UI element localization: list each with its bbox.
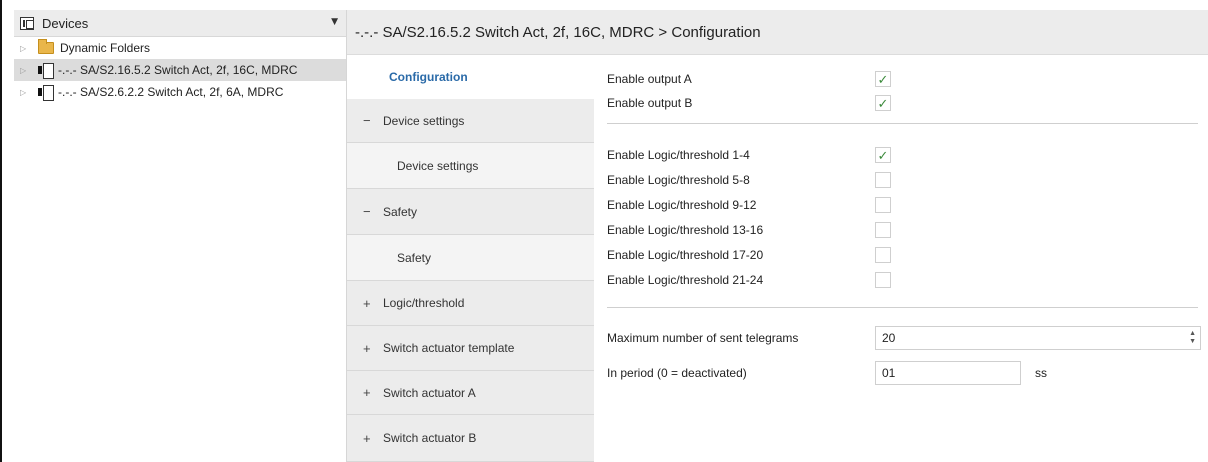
nav-item-label: Device settings	[383, 113, 465, 128]
collapse-icon: −	[363, 204, 371, 219]
dropdown-caret-icon[interactable]: ▼	[331, 17, 338, 27]
tree-item-device-2[interactable]: ▷ -.-.- SA/S2.6.2.2 Switch Act, 2f, 6A, …	[14, 81, 346, 103]
in-period-input[interactable]: 01	[875, 361, 1021, 385]
max-telegrams-input[interactable]: 20 ▲ ▼	[875, 326, 1201, 350]
expand-icon: +	[363, 430, 371, 446]
configuration-content: Enable output A ✓ Enable output B ✓ Enab…	[595, 55, 1208, 462]
device-icon	[38, 85, 54, 101]
enable-logic-13-16-checkbox[interactable]	[875, 222, 891, 238]
collapse-icon: −	[363, 113, 371, 128]
tree-header[interactable]: Devices ▼	[14, 10, 346, 37]
nav-group-device-settings[interactable]: − Device settings	[347, 99, 594, 143]
expand-arrow-icon[interactable]: ▷	[20, 44, 30, 53]
nav-group-safety[interactable]: − Safety	[347, 189, 594, 235]
param-row-logic-1-4: Enable Logic/threshold 1-4 ✓	[607, 147, 891, 163]
nav-item-label: Switch actuator B	[383, 431, 477, 445]
enable-output-a-checkbox[interactable]: ✓	[875, 71, 891, 87]
folder-icon	[38, 39, 54, 54]
page-title: -.-.- SA/S2.16.5.2 Switch Act, 2f, 16C, …	[347, 10, 1208, 55]
nav-item-label: Safety	[383, 204, 418, 219]
period-unit: ss	[1035, 366, 1047, 380]
nav-group-switch-actuator-b[interactable]: + Switch actuator B	[347, 415, 594, 462]
param-row-enable-output-a: Enable output A ✓	[607, 71, 891, 87]
param-row-logic-9-12: Enable Logic/threshold 9-12	[607, 197, 891, 213]
nav-item-label: Switch actuator template	[383, 341, 515, 355]
divider	[607, 307, 1198, 308]
nav-item-safety[interactable]: Safety	[347, 235, 594, 281]
expand-arrow-icon[interactable]: ▷	[20, 66, 30, 75]
enable-output-b-checkbox[interactable]: ✓	[875, 95, 891, 111]
param-label: In period (0 = deactivated)	[607, 366, 747, 380]
divider	[607, 123, 1198, 124]
tree-item-dynamic-folders[interactable]: ▷ Dynamic Folders	[14, 37, 346, 59]
param-row-logic-21-24: Enable Logic/threshold 21-24	[607, 272, 891, 288]
nav-item-label: Configuration	[389, 70, 468, 84]
nav-group-switch-actuator-a[interactable]: + Switch actuator A	[347, 371, 594, 415]
max-telegrams-value: 20	[882, 331, 896, 345]
param-label: Enable output B	[607, 96, 693, 110]
param-row-enable-output-b: Enable output B ✓	[607, 95, 891, 111]
nav-item-label: Switch actuator A	[383, 385, 476, 400]
expand-icon: +	[363, 340, 371, 356]
expand-icon: +	[363, 385, 371, 400]
tree-item-label: -.-.- SA/S2.16.5.2 Switch Act, 2f, 16C, …	[58, 63, 298, 77]
tree-header-title: Devices	[42, 15, 89, 31]
param-row-logic-17-20: Enable Logic/threshold 17-20	[607, 247, 891, 263]
nav-group-logic-threshold[interactable]: + Logic/threshold	[347, 281, 594, 326]
nav-item-label: Safety	[397, 250, 432, 265]
nav-group-switch-actuator-template[interactable]: + Switch actuator template	[347, 326, 594, 371]
in-period-value: 01	[882, 366, 896, 380]
expand-icon: +	[363, 295, 371, 311]
nav-item-device-settings[interactable]: Device settings	[347, 143, 594, 189]
frame-border	[0, 0, 2, 462]
nav-item-label: Logic/threshold	[383, 296, 465, 310]
param-row-max-telegrams: Maximum number of sent telegrams 20 ▲ ▼	[607, 326, 1201, 350]
nav-item-configuration[interactable]: Configuration	[347, 55, 594, 99]
spinner-arrows-icon[interactable]: ▲ ▼	[1189, 330, 1196, 346]
nav-item-label: Device settings	[397, 158, 479, 173]
parameter-nav: Configuration − Device settings Device s…	[347, 55, 594, 462]
enable-logic-1-4-checkbox[interactable]: ✓	[875, 147, 891, 163]
param-label: Enable Logic/threshold 13-16	[607, 223, 764, 237]
device-icon	[38, 63, 54, 79]
enable-logic-5-8-checkbox[interactable]	[875, 172, 891, 188]
param-row-logic-13-16: Enable Logic/threshold 13-16	[607, 222, 891, 238]
param-label: Maximum number of sent telegrams	[607, 331, 799, 345]
param-row-logic-5-8: Enable Logic/threshold 5-8	[607, 172, 891, 188]
devices-icon	[20, 16, 34, 30]
param-label: Enable Logic/threshold 1-4	[607, 148, 750, 162]
enable-logic-21-24-checkbox[interactable]	[875, 272, 891, 288]
tree-item-device-1[interactable]: ▷ -.-.- SA/S2.16.5.2 Switch Act, 2f, 16C…	[14, 59, 346, 81]
enable-logic-17-20-checkbox[interactable]	[875, 247, 891, 263]
param-label: Enable Logic/threshold 21-24	[607, 273, 764, 287]
device-tree-panel: Devices ▼ ▷ Dynamic Folders ▷ -.-.- SA/S…	[14, 10, 347, 462]
enable-logic-9-12-checkbox[interactable]	[875, 197, 891, 213]
param-label: Enable output A	[607, 72, 692, 86]
tree-item-label: Dynamic Folders	[60, 41, 151, 55]
tree-item-label: -.-.- SA/S2.6.2.2 Switch Act, 2f, 6A, MD…	[58, 85, 284, 99]
main-panel: -.-.- SA/S2.16.5.2 Switch Act, 2f, 16C, …	[347, 10, 1208, 462]
param-row-in-period: In period (0 = deactivated) 01 ss	[607, 361, 1047, 385]
expand-arrow-icon[interactable]: ▷	[20, 88, 30, 97]
param-label: Enable Logic/threshold 17-20	[607, 248, 764, 262]
param-label: Enable Logic/threshold 9-12	[607, 198, 757, 212]
param-label: Enable Logic/threshold 5-8	[607, 173, 750, 187]
